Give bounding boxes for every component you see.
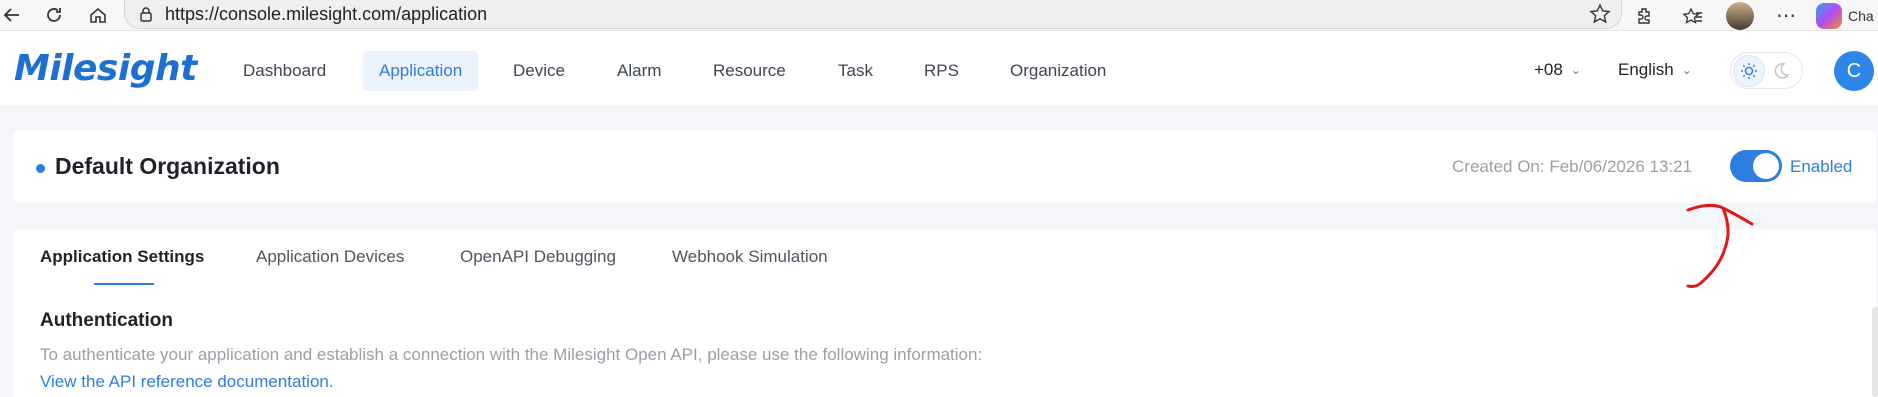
- timezone-select[interactable]: +08 ⌄: [1534, 60, 1581, 80]
- browser-toolbar: https://console.milesight.com/applicatio…: [0, 0, 1878, 31]
- menu-item-resource[interactable]: Resource: [697, 51, 802, 91]
- refresh-icon[interactable]: [34, 0, 74, 31]
- theme-toggle[interactable]: [1730, 52, 1803, 89]
- lock-icon: [140, 7, 152, 22]
- moon-icon[interactable]: [1765, 55, 1797, 87]
- enabled-label: Enabled: [1790, 157, 1853, 176]
- collections-icon[interactable]: [1682, 0, 1704, 31]
- active-tab-indicator: [94, 283, 154, 285]
- menu-item-organization[interactable]: Organization: [994, 51, 1122, 91]
- menu-item-application[interactable]: Application: [363, 51, 479, 91]
- tab-openapi-debugging[interactable]: OpenAPI Debugging: [460, 247, 616, 267]
- url-text: https://console.milesight.com/applicatio…: [165, 3, 488, 24]
- organization-name: Default Organization: [55, 153, 280, 179]
- milesight-logo[interactable]: Milesight: [14, 48, 197, 89]
- language-select[interactable]: English ⌄: [1618, 60, 1692, 80]
- extensions-icon[interactable]: [1634, 0, 1656, 31]
- copilot-icon[interactable]: [1816, 0, 1842, 31]
- tab-application-settings[interactable]: Application Settings: [40, 247, 204, 267]
- menu-item-alarm[interactable]: Alarm: [601, 51, 677, 91]
- menu-item-rps[interactable]: RPS: [908, 51, 975, 91]
- authentication-description: To authenticate your application and est…: [40, 345, 983, 364]
- menu-item-task[interactable]: Task: [822, 51, 889, 91]
- enable-switch[interactable]: [1730, 150, 1782, 182]
- profile-name: Cha: [1848, 7, 1874, 24]
- tab-webhook-simulation[interactable]: Webhook Simulation: [672, 247, 828, 267]
- favorite-star-icon[interactable]: [1589, 3, 1611, 25]
- switch-knob: [1753, 153, 1779, 179]
- menu-item-device[interactable]: Device: [497, 51, 581, 91]
- profile-avatar-icon[interactable]: [1726, 0, 1754, 31]
- created-on-text: Created On: Feb/06/2026 13:21: [1452, 157, 1693, 176]
- timezone-value: +08: [1534, 60, 1563, 79]
- address-bar[interactable]: https://console.milesight.com/applicatio…: [124, 0, 1622, 29]
- chevron-down-icon: ⌄: [1570, 63, 1581, 77]
- status-dot: [36, 164, 45, 173]
- sun-icon[interactable]: [1733, 54, 1765, 87]
- application-content: Application Settings Application Devices…: [14, 229, 1876, 397]
- scrollbar[interactable]: [1872, 307, 1878, 397]
- tab-application-devices[interactable]: Application Devices: [256, 247, 404, 267]
- organization-card: Default Organization Created On: Feb/06/…: [14, 131, 1876, 203]
- api-reference-link[interactable]: View the API reference documentation.: [40, 372, 334, 392]
- menu-item-dashboard[interactable]: Dashboard: [227, 51, 342, 91]
- language-value: English: [1618, 60, 1674, 79]
- more-options-icon[interactable]: ⋯: [1776, 0, 1796, 31]
- home-icon[interactable]: [78, 0, 118, 31]
- chevron-down-icon: ⌄: [1681, 63, 1692, 77]
- back-icon[interactable]: [0, 0, 32, 31]
- authentication-heading: Authentication: [40, 310, 173, 331]
- user-avatar[interactable]: C: [1834, 51, 1874, 91]
